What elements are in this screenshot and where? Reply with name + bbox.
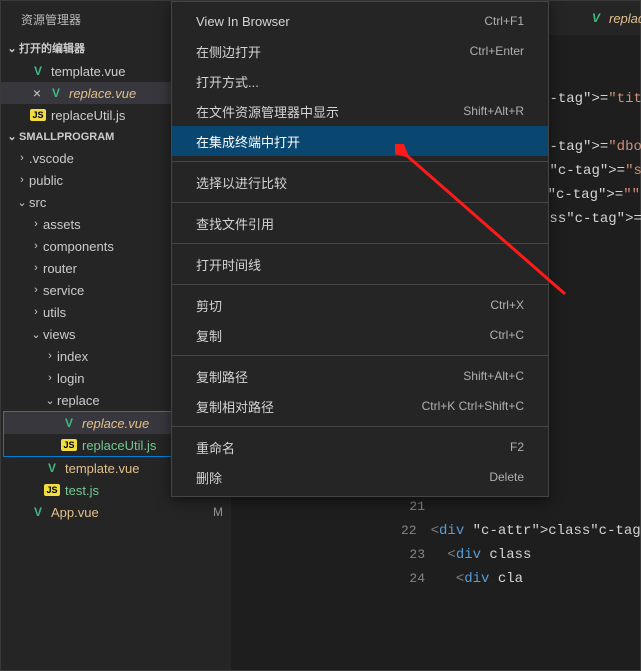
file-name: App.vue	[51, 505, 205, 520]
menu-copy[interactable]: 复制Ctrl+C	[172, 320, 548, 350]
vue-icon	[587, 11, 605, 25]
menu-view-in-browser[interactable]: View In BrowserCtrl+F1	[172, 6, 548, 36]
js-icon	[29, 109, 47, 121]
chevron-right-icon: ›	[29, 240, 43, 252]
git-status: M	[205, 505, 231, 519]
chevron-right-icon: ›	[29, 262, 43, 274]
chevron-down-icon: ⌄	[5, 42, 19, 55]
close-icon[interactable]: ×	[29, 85, 45, 101]
vue-icon	[60, 416, 78, 430]
code-line: 21	[401, 495, 640, 519]
open-editors-label: 打开的编辑器	[19, 40, 85, 56]
menu-open-timeline[interactable]: 打开时间线	[172, 249, 548, 279]
menu-select-compare[interactable]: 选择以进行比较	[172, 167, 548, 197]
menu-separator	[172, 426, 548, 427]
tab-name: replace.vue	[609, 11, 641, 26]
chevron-right-icon: ›	[29, 306, 43, 318]
code-line: 24 <div cla	[401, 567, 640, 591]
js-icon	[43, 484, 61, 496]
project-label: SMALLPROGRAM	[19, 131, 114, 143]
menu-separator	[172, 202, 548, 203]
chevron-right-icon: ›	[43, 350, 57, 362]
menu-find-references[interactable]: 查找文件引用	[172, 208, 548, 238]
code-line: 23 <div class	[401, 543, 640, 567]
menu-separator	[172, 284, 548, 285]
vue-icon	[29, 505, 47, 519]
chevron-right-icon: ›	[15, 174, 29, 186]
chevron-down-icon: ⌄	[5, 130, 19, 143]
vue-icon	[43, 461, 61, 475]
context-menu: View In BrowserCtrl+F1 在侧边打开Ctrl+Enter 打…	[171, 1, 549, 497]
chevron-down-icon: ⌄	[43, 394, 57, 407]
menu-open-to-side[interactable]: 在侧边打开Ctrl+Enter	[172, 36, 548, 66]
menu-cut[interactable]: 剪切Ctrl+X	[172, 290, 548, 320]
menu-reveal-in-explorer[interactable]: 在文件资源管理器中显示Shift+Alt+R	[172, 96, 548, 126]
menu-open-with[interactable]: 打开方式...	[172, 66, 548, 96]
menu-delete[interactable]: 删除Delete	[172, 462, 548, 492]
editor-tab[interactable]: replace.vue	[577, 1, 641, 35]
vue-icon	[47, 86, 65, 100]
chevron-down-icon: ⌄	[29, 328, 43, 341]
menu-copy-relative-path[interactable]: 复制相对路径Ctrl+K Ctrl+Shift+C	[172, 391, 548, 421]
menu-open-in-terminal[interactable]: 在集成终端中打开	[172, 126, 548, 156]
vue-icon	[29, 64, 47, 78]
file-item[interactable]: App.vue M	[1, 501, 231, 523]
chevron-down-icon: ⌄	[15, 196, 29, 209]
menu-rename[interactable]: 重命名F2	[172, 432, 548, 462]
chevron-right-icon: ›	[43, 372, 57, 384]
menu-separator	[172, 355, 548, 356]
chevron-right-icon: ›	[15, 152, 29, 164]
code-line: 22<div "c-attr">class"c-tag">=""	[401, 519, 640, 543]
chevron-right-icon: ›	[29, 218, 43, 230]
menu-copy-path[interactable]: 复制路径Shift+Alt+C	[172, 361, 548, 391]
js-icon	[60, 439, 78, 451]
menu-separator	[172, 161, 548, 162]
chevron-right-icon: ›	[29, 284, 43, 296]
menu-separator	[172, 243, 548, 244]
